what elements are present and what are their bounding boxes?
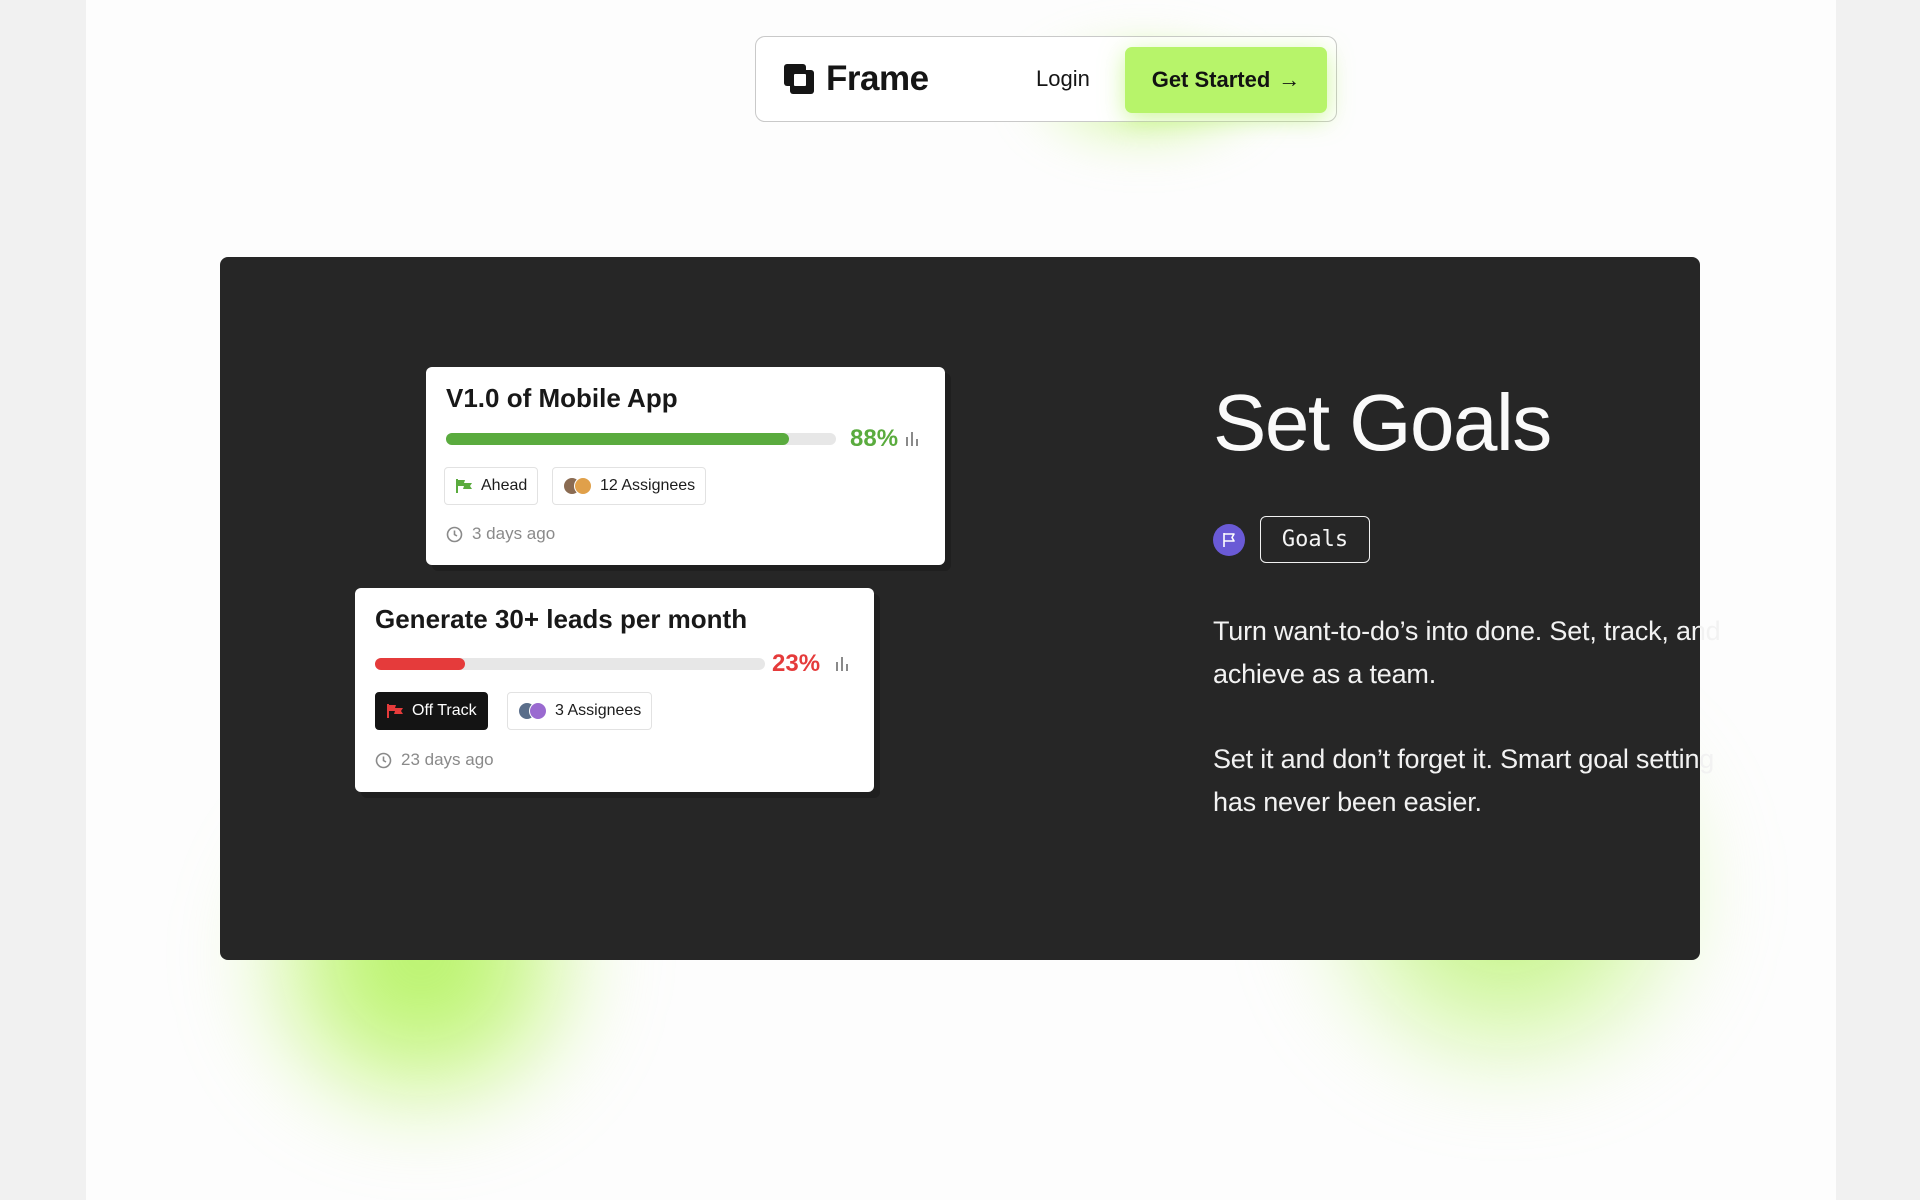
arrow-right-icon: → <box>1278 67 1301 92</box>
avatar <box>529 702 547 720</box>
avatar <box>574 477 592 495</box>
goal-card[interactable]: V1.0 of Mobile App 88% Ahead 12 Assignee… <box>426 367 945 565</box>
bar-chart-icon[interactable] <box>834 656 850 672</box>
assignees-badge[interactable]: 3 Assignees <box>507 692 653 730</box>
progress-track <box>375 658 765 670</box>
progress-fill <box>375 658 465 670</box>
progress-track <box>446 433 836 445</box>
status-label: Ahead <box>481 477 528 494</box>
brand-logo[interactable]: Frame <box>782 59 929 99</box>
brand-name: Frame <box>826 59 929 98</box>
assignees-badge[interactable]: 12 Assignees <box>552 467 707 505</box>
status-badge[interactable]: Ahead <box>444 467 539 505</box>
updated-time: 23 days ago <box>375 750 494 770</box>
frame-logo-icon <box>782 62 816 96</box>
time-label: 3 days ago <box>472 524 556 543</box>
flag-icon <box>456 479 472 493</box>
page: Frame Login Get Started → V1.0 of Mobile… <box>86 0 1836 1200</box>
status-label: Off Track <box>412 702 477 719</box>
flag-icon <box>387 704 403 718</box>
goals-section: V1.0 of Mobile App 88% Ahead 12 Assignee… <box>220 257 1721 960</box>
avatar-group <box>563 477 592 495</box>
get-started-label: Get Started <box>1151 67 1271 92</box>
goal-flag-icon <box>1213 524 1245 556</box>
goals-chip[interactable]: Goals <box>1260 516 1370 563</box>
progress-fill <box>446 433 790 445</box>
bar-chart-icon[interactable] <box>904 431 920 447</box>
section-heading: Set Goals <box>1213 378 1552 467</box>
progress-percent: 88% <box>850 425 899 452</box>
top-nav: Frame Login Get Started → <box>755 36 1337 122</box>
time-label: 23 days ago <box>401 750 494 769</box>
progress-percent: 23% <box>772 650 821 677</box>
goal-title: Generate 30+ leads per month <box>375 604 748 634</box>
clock-icon <box>375 752 392 768</box>
clock-icon <box>446 526 463 542</box>
status-badge[interactable]: Off Track <box>375 692 488 730</box>
feature-paragraph: Set it and don’t forget it. Smart goal s… <box>1213 744 1715 817</box>
assignees-label: 3 Assignees <box>555 702 642 719</box>
login-link[interactable]: Login <box>1036 66 1090 92</box>
get-started-button[interactable]: Get Started → <box>1125 47 1327 113</box>
assignees-label: 12 Assignees <box>600 477 696 494</box>
goal-card[interactable]: Generate 30+ leads per month 23% Off Tra… <box>355 588 874 792</box>
feature-paragraph: Turn want-to-do’s into done. Set, track,… <box>1213 616 1721 689</box>
updated-time: 3 days ago <box>446 524 555 544</box>
goal-title: V1.0 of Mobile App <box>446 383 678 413</box>
avatar-group <box>518 702 547 720</box>
